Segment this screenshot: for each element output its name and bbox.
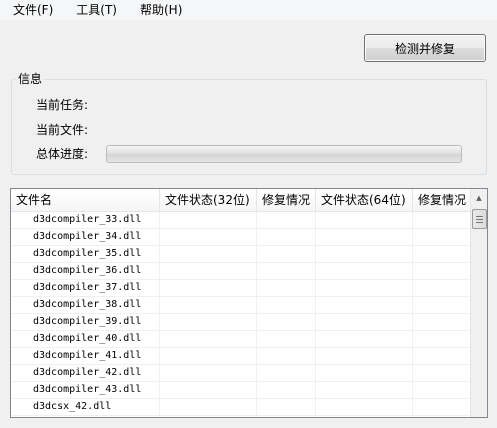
table-row[interactable]: d3dcompiler_38.dll [11,297,471,314]
status-cell [160,280,257,296]
grip-icon [476,215,483,217]
status-cell [257,280,316,296]
status-cell [257,297,316,313]
table-row[interactable]: d3dcsx_42.dll [11,399,471,416]
status-cell [257,348,316,364]
status-cell [160,382,257,398]
status-cell [160,399,257,415]
current-file-label: 当前文件: [36,123,89,137]
status-cell [413,314,471,330]
status-cell [257,263,316,279]
status-cell [257,212,316,228]
status-cell [160,331,257,347]
status-cell [257,399,316,415]
table-row[interactable]: d3dcompiler_40.dll [11,331,471,348]
file-name-cell: d3dcompiler_39.dll [11,314,160,330]
file-name-cell: d3dcompiler_43.dll [11,382,160,398]
detect-and-repair-button[interactable]: 检测并修复 [364,34,486,62]
file-name-cell: d3dcompiler_35.dll [11,246,160,262]
column-header-status-32[interactable]: 文件状态(32位) [160,189,257,211]
status-cell [413,263,471,279]
status-cell [413,348,471,364]
total-progress-label: 总体进度: [36,147,89,161]
file-name-cell: d3dcompiler_36.dll [11,263,160,279]
status-cell [316,365,413,381]
file-name-cell: d3dcompiler_41.dll [11,348,160,364]
column-header-repair-32[interactable]: 修复情况 [257,189,316,211]
table-row[interactable]: d3dcompiler_42.dll [11,365,471,382]
status-cell [160,297,257,313]
arrow-up-icon[interactable]: ▲ [471,189,487,206]
status-cell [413,365,471,381]
total-progress-bar [106,145,462,163]
table-row[interactable]: d3dcompiler_41.dll [11,348,471,365]
table-row[interactable]: d3dcompiler_36.dll [11,263,471,280]
table-row[interactable]: d3dcompiler_43.dll [11,382,471,399]
status-cell [413,212,471,228]
menu-help[interactable]: 帮助(H) [127,0,192,20]
status-cell [316,246,413,262]
vertical-scrollbar[interactable]: ▲ [470,189,487,417]
status-cell [413,229,471,245]
status-cell [160,229,257,245]
file-name-cell: d3dcsx_42.dll [11,399,160,415]
list-header: 文件名 文件状态(32位) 修复情况 文件状态(64位) 修复情况 [11,189,471,212]
status-cell [316,229,413,245]
file-list[interactable]: 文件名 文件状态(32位) 修复情况 文件状态(64位) 修复情况 d3dcom… [10,188,488,418]
status-cell [316,280,413,296]
status-cell [413,382,471,398]
menu-file[interactable]: 文件(F) [0,0,63,20]
status-cell [413,280,471,296]
status-cell [257,246,316,262]
status-cell [257,314,316,330]
table-row[interactable]: d3dcompiler_34.dll [11,229,471,246]
column-header-status-64[interactable]: 文件状态(64位) [316,189,413,211]
grip-icon [476,218,483,220]
table-row[interactable]: d3dcompiler_39.dll [11,314,471,331]
status-cell [257,229,316,245]
status-cell [160,314,257,330]
file-name-cell: d3dcompiler_33.dll [11,212,160,228]
status-cell [316,314,413,330]
table-row[interactable]: d3dcompiler_35.dll [11,246,471,263]
status-cell [316,212,413,228]
status-cell [316,382,413,398]
status-cell [316,297,413,313]
file-name-cell: d3dcompiler_40.dll [11,331,160,347]
status-cell [160,365,257,381]
grip-icon [476,221,483,223]
column-header-repair-64[interactable]: 修复情况 [413,189,471,211]
file-name-cell: d3dcompiler_34.dll [11,229,160,245]
status-cell [160,348,257,364]
status-cell [413,246,471,262]
status-cell [413,297,471,313]
file-name-cell: d3dcompiler_37.dll [11,280,160,296]
status-cell [316,399,413,415]
current-task-label: 当前任务: [36,98,89,112]
status-cell [257,331,316,347]
status-cell [160,263,257,279]
table-row[interactable]: d3dcompiler_33.dll [11,212,471,229]
file-name-cell: d3dcompiler_38.dll [11,297,160,313]
table-row[interactable]: d3dcompiler_37.dll [11,280,471,297]
status-cell [413,399,471,415]
list-rows: d3dcompiler_33.dll d3dcompiler_34.dll d3dc… [11,212,471,416]
status-cell [316,348,413,364]
status-cell [316,263,413,279]
status-cell [160,212,257,228]
file-name-cell: d3dcompiler_42.dll [11,365,160,381]
status-cell [257,382,316,398]
status-cell [413,331,471,347]
status-cell [160,246,257,262]
status-cell [257,365,316,381]
status-cell [316,331,413,347]
column-header-filename[interactable]: 文件名 [11,189,160,211]
menu-bar: 文件(F) 工具(T) 帮助(H) [0,0,497,20]
menu-tools[interactable]: 工具(T) [63,0,127,20]
info-group-title: 信息 [15,71,46,87]
scroll-thumb[interactable] [472,209,487,229]
